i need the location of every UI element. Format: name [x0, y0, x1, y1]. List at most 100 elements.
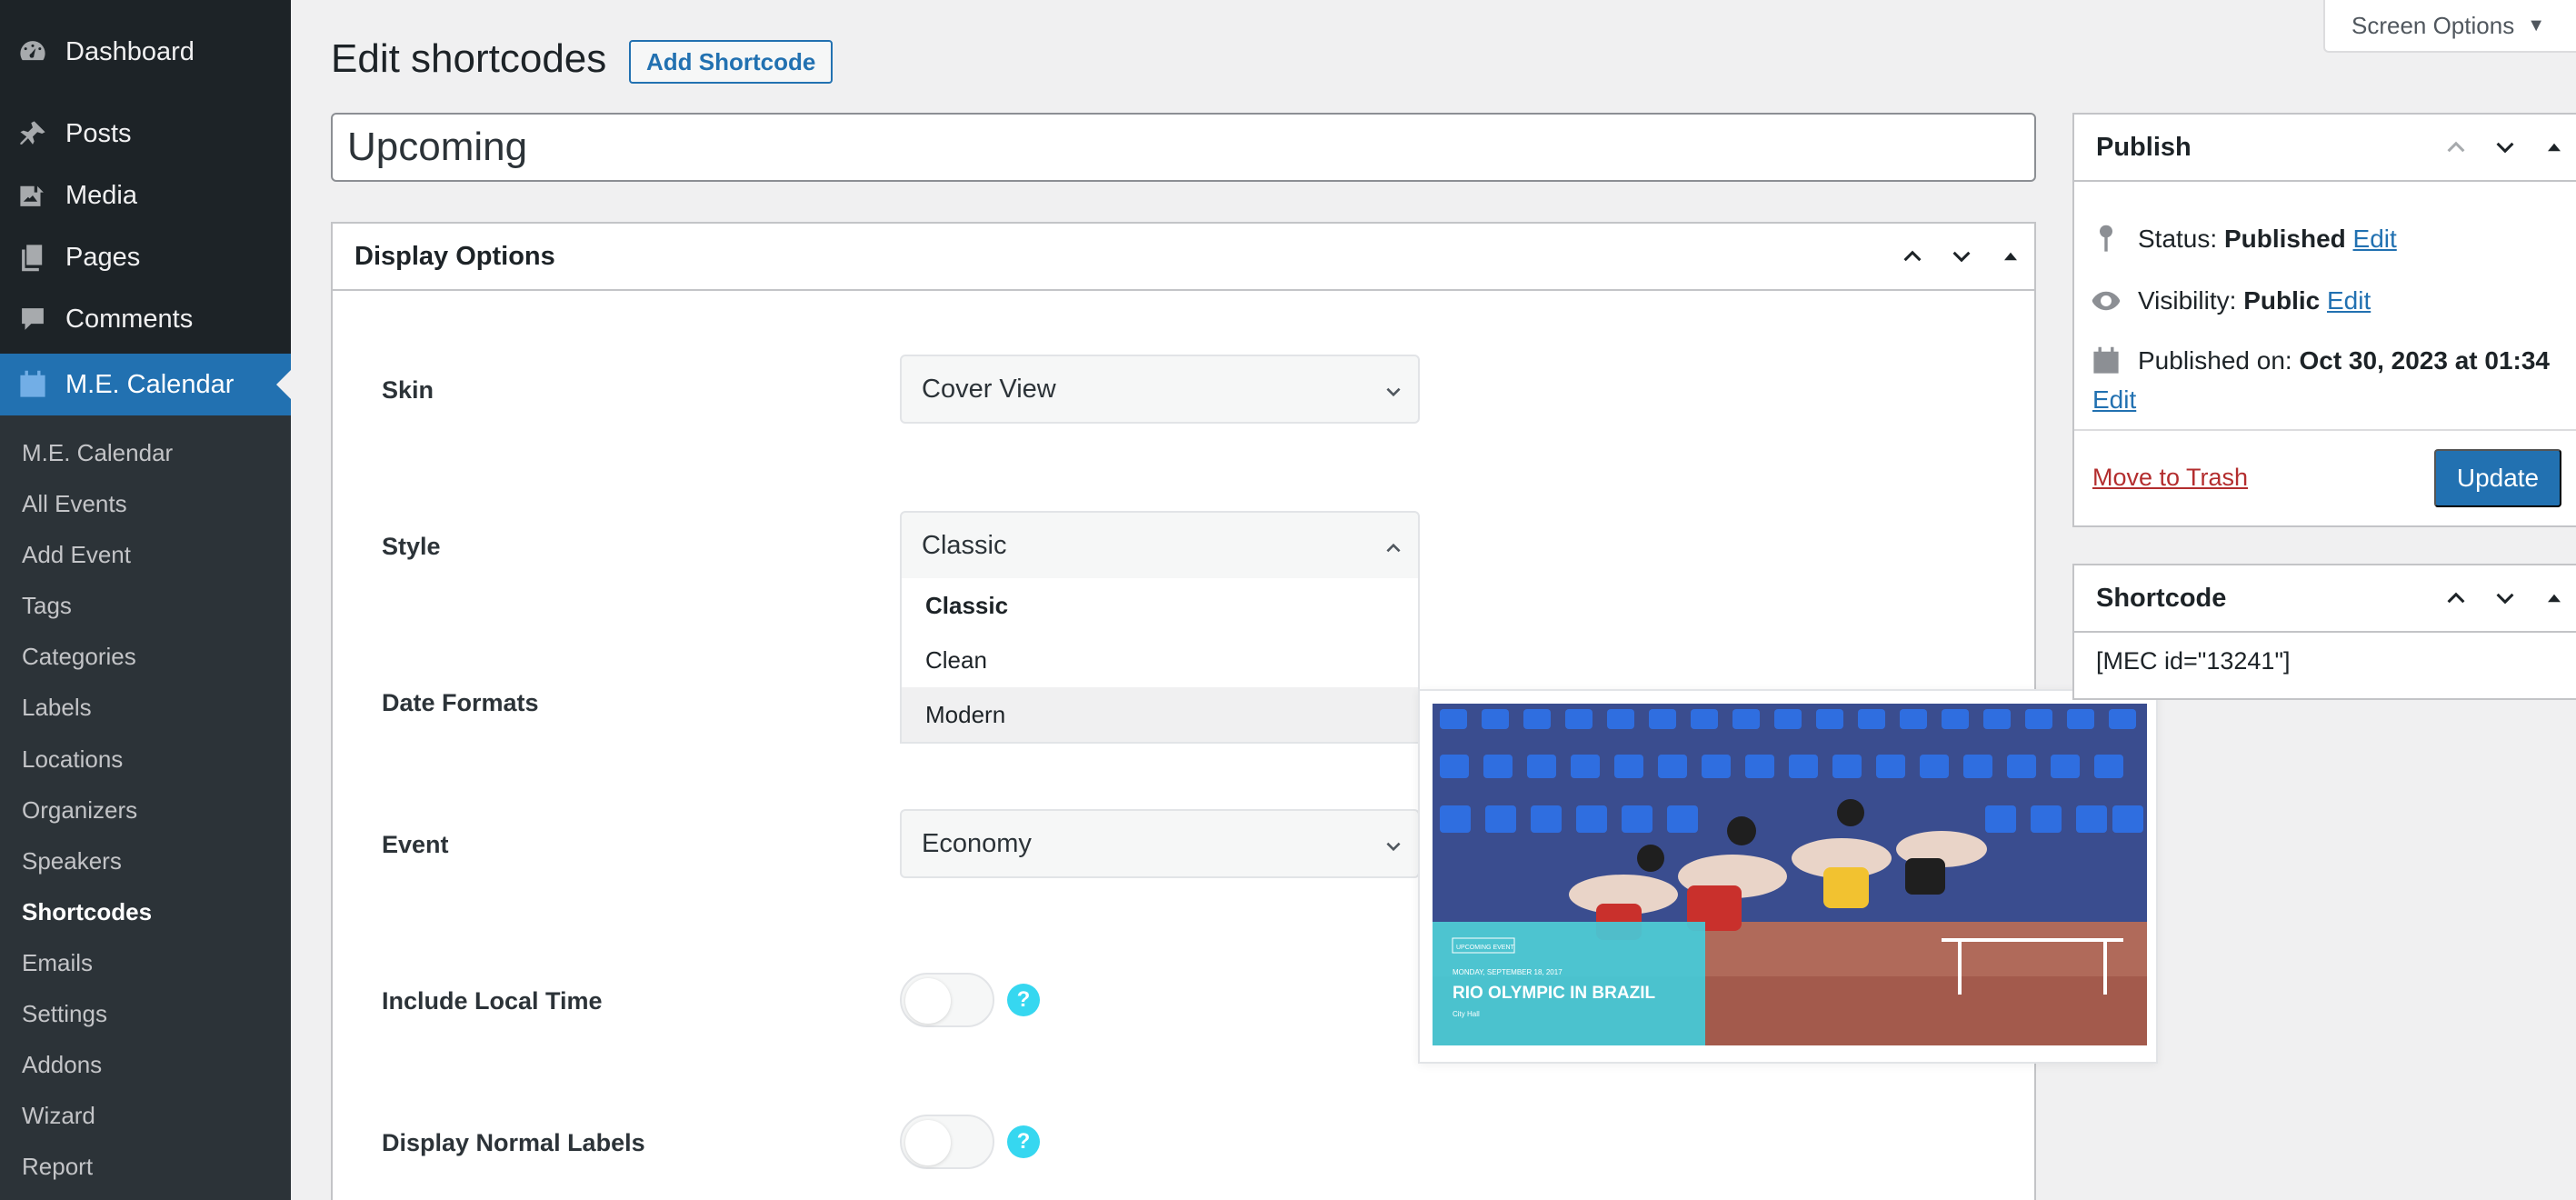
submenu-item-addons[interactable]: Addons	[22, 1051, 102, 1079]
screen-options-label: Screen Options	[2351, 11, 2515, 39]
edit-status-link[interactable]: Edit	[2353, 225, 2397, 254]
visibility-row: Visibility: Public Edit	[2091, 285, 2371, 316]
date-formats-label: Date Formats	[382, 689, 539, 716]
calendar-submenu: M.E. Calendar All Events Add Event Tags …	[0, 415, 291, 1200]
status-label: Status:	[2138, 225, 2218, 253]
submenu-item-labels[interactable]: Labels	[22, 694, 92, 722]
media-icon	[0, 180, 65, 211]
add-shortcode-button[interactable]: Add Shortcode	[629, 40, 834, 84]
event-value: Economy	[922, 828, 1032, 858]
publish-divider	[2074, 429, 2576, 431]
submenu-item-tags[interactable]: Tags	[22, 592, 72, 620]
skin-value: Cover View	[922, 374, 1056, 404]
chevron-down-icon	[1386, 842, 1401, 852]
preview-title: RIO OLYMPIC IN BRAZIL	[1453, 984, 1655, 1003]
toggle-knob	[905, 978, 951, 1024]
pin-icon	[0, 118, 65, 149]
collapse-toggle-icon[interactable]	[2541, 585, 2567, 611]
pages-icon	[0, 242, 65, 273]
event-label: Event	[382, 831, 449, 858]
preview-image: UPCOMING EVENT MONDAY, SEPTEMBER 18, 201…	[1433, 704, 2147, 1045]
style-option-clean[interactable]: Clean	[902, 633, 1418, 687]
submenu-item-categories[interactable]: Categories	[22, 643, 136, 671]
menu-label: Comments	[65, 304, 194, 334]
display-normal-labels-toggle[interactable]	[900, 1115, 994, 1169]
include-local-time-toggle[interactable]	[900, 973, 994, 1027]
display-normal-labels-label: Display Normal Labels	[382, 1129, 645, 1156]
eye-icon	[2092, 291, 2121, 311]
chevron-down-icon	[1386, 387, 1401, 397]
status-row: Status: Published Edit	[2091, 224, 2397, 255]
style-select[interactable]: Classic	[900, 511, 1420, 580]
toggle-knob	[905, 1120, 951, 1165]
publish-header: Publish	[2074, 115, 2576, 182]
visibility-label: Visibility:	[2138, 286, 2237, 315]
help-icon[interactable]: ?	[1007, 984, 1040, 1016]
menu-item-comments[interactable]: Comments	[0, 289, 291, 349]
menu-item-pages[interactable]: Pages	[0, 227, 291, 287]
event-select[interactable]: Economy	[900, 809, 1420, 878]
move-up-icon[interactable]	[2443, 585, 2469, 611]
page-title: Edit shortcodes	[331, 36, 607, 81]
move-down-icon[interactable]	[2492, 585, 2518, 611]
display-options-header: Display Options	[333, 224, 2034, 291]
menu-item-media[interactable]: Media	[0, 165, 291, 225]
move-down-icon[interactable]	[2492, 135, 2518, 160]
skin-select[interactable]: Cover View	[900, 355, 1420, 424]
shortcode-value: [MEC id="13241"]	[2096, 647, 2291, 675]
screen-options-button[interactable]: Screen Options ▼	[2323, 0, 2576, 53]
submenu-item-report[interactable]: Report	[22, 1153, 93, 1181]
submenu-item-all-events[interactable]: All Events	[22, 490, 127, 518]
dashboard-icon	[0, 36, 65, 67]
active-menu-arrow	[276, 370, 291, 399]
submenu-item-organizers[interactable]: Organizers	[22, 796, 137, 825]
shortcode-title: Shortcode	[2096, 583, 2227, 613]
submenu-item-me-calendar[interactable]: M.E. Calendar	[22, 439, 173, 467]
edit-visibility-link[interactable]: Edit	[2327, 286, 2371, 315]
collapse-toggle-icon[interactable]	[2541, 135, 2567, 160]
menu-item-me-calendar[interactable]: M.E. Calendar	[0, 354, 291, 415]
preview-location: City Hall	[1453, 1010, 1480, 1018]
status-value: Published	[2223, 225, 2346, 253]
comment-icon	[0, 304, 65, 335]
menu-label: Pages	[65, 242, 141, 272]
move-to-trash-link[interactable]: Move to Trash	[2092, 464, 2248, 492]
update-button[interactable]: Update	[2434, 449, 2561, 507]
preview-badge: UPCOMING EVENT	[1456, 945, 1515, 951]
visibility-value: Public	[2243, 286, 2321, 315]
style-option-classic[interactable]: Classic	[902, 578, 1418, 633]
submenu-item-shortcodes[interactable]: Shortcodes	[22, 898, 152, 926]
collapse-toggle-icon[interactable]	[1998, 244, 2023, 269]
edit-date-link[interactable]: Edit	[2092, 385, 2136, 415]
style-dropdown: Classic Clean Modern	[900, 578, 1420, 744]
menu-item-posts[interactable]: Posts	[0, 104, 291, 164]
shortcode-box: Shortcode	[2072, 564, 2576, 700]
move-up-icon[interactable]	[2443, 135, 2469, 160]
published-on-value: Oct 30, 2023 at 01:34	[2299, 346, 2550, 375]
submenu-item-settings[interactable]: Settings	[22, 1000, 107, 1028]
published-on-label: Published on:	[2138, 346, 2292, 375]
title-input[interactable]: Upcoming	[331, 113, 2036, 182]
help-icon[interactable]: ?	[1007, 1125, 1040, 1158]
style-value: Classic	[922, 530, 1007, 560]
move-up-icon[interactable]	[1900, 244, 1925, 269]
submenu-item-add-event[interactable]: Add Event	[22, 541, 131, 569]
style-option-modern[interactable]: Modern	[902, 687, 1418, 742]
move-down-icon[interactable]	[1949, 244, 1974, 269]
submenu-item-locations[interactable]: Locations	[22, 745, 123, 774]
submenu-item-emails[interactable]: Emails	[22, 949, 93, 977]
submenu-item-wizard[interactable]: Wizard	[22, 1102, 95, 1130]
menu-label: Posts	[65, 118, 132, 148]
menu-item-dashboard[interactable]: Dashboard	[0, 22, 291, 82]
published-on-row: Published on: Oct 30, 2023 at 01:34	[2091, 345, 2550, 376]
pin-icon	[2099, 225, 2113, 252]
preview-date: MONDAY, SEPTEMBER 18, 2017	[1453, 968, 1563, 976]
publish-title: Publish	[2096, 132, 2192, 162]
admin-sidebar: Dashboard Posts Media Pages Comments M.E…	[0, 0, 291, 1200]
style-label: Style	[382, 533, 441, 560]
menu-label: M.E. Calendar	[65, 369, 235, 399]
calendar-icon	[2093, 346, 2119, 374]
style-preview-popup: UPCOMING EVENT MONDAY, SEPTEMBER 18, 201…	[1418, 689, 2158, 1064]
display-options-title: Display Options	[354, 241, 555, 271]
submenu-item-speakers[interactable]: Speakers	[22, 847, 122, 875]
